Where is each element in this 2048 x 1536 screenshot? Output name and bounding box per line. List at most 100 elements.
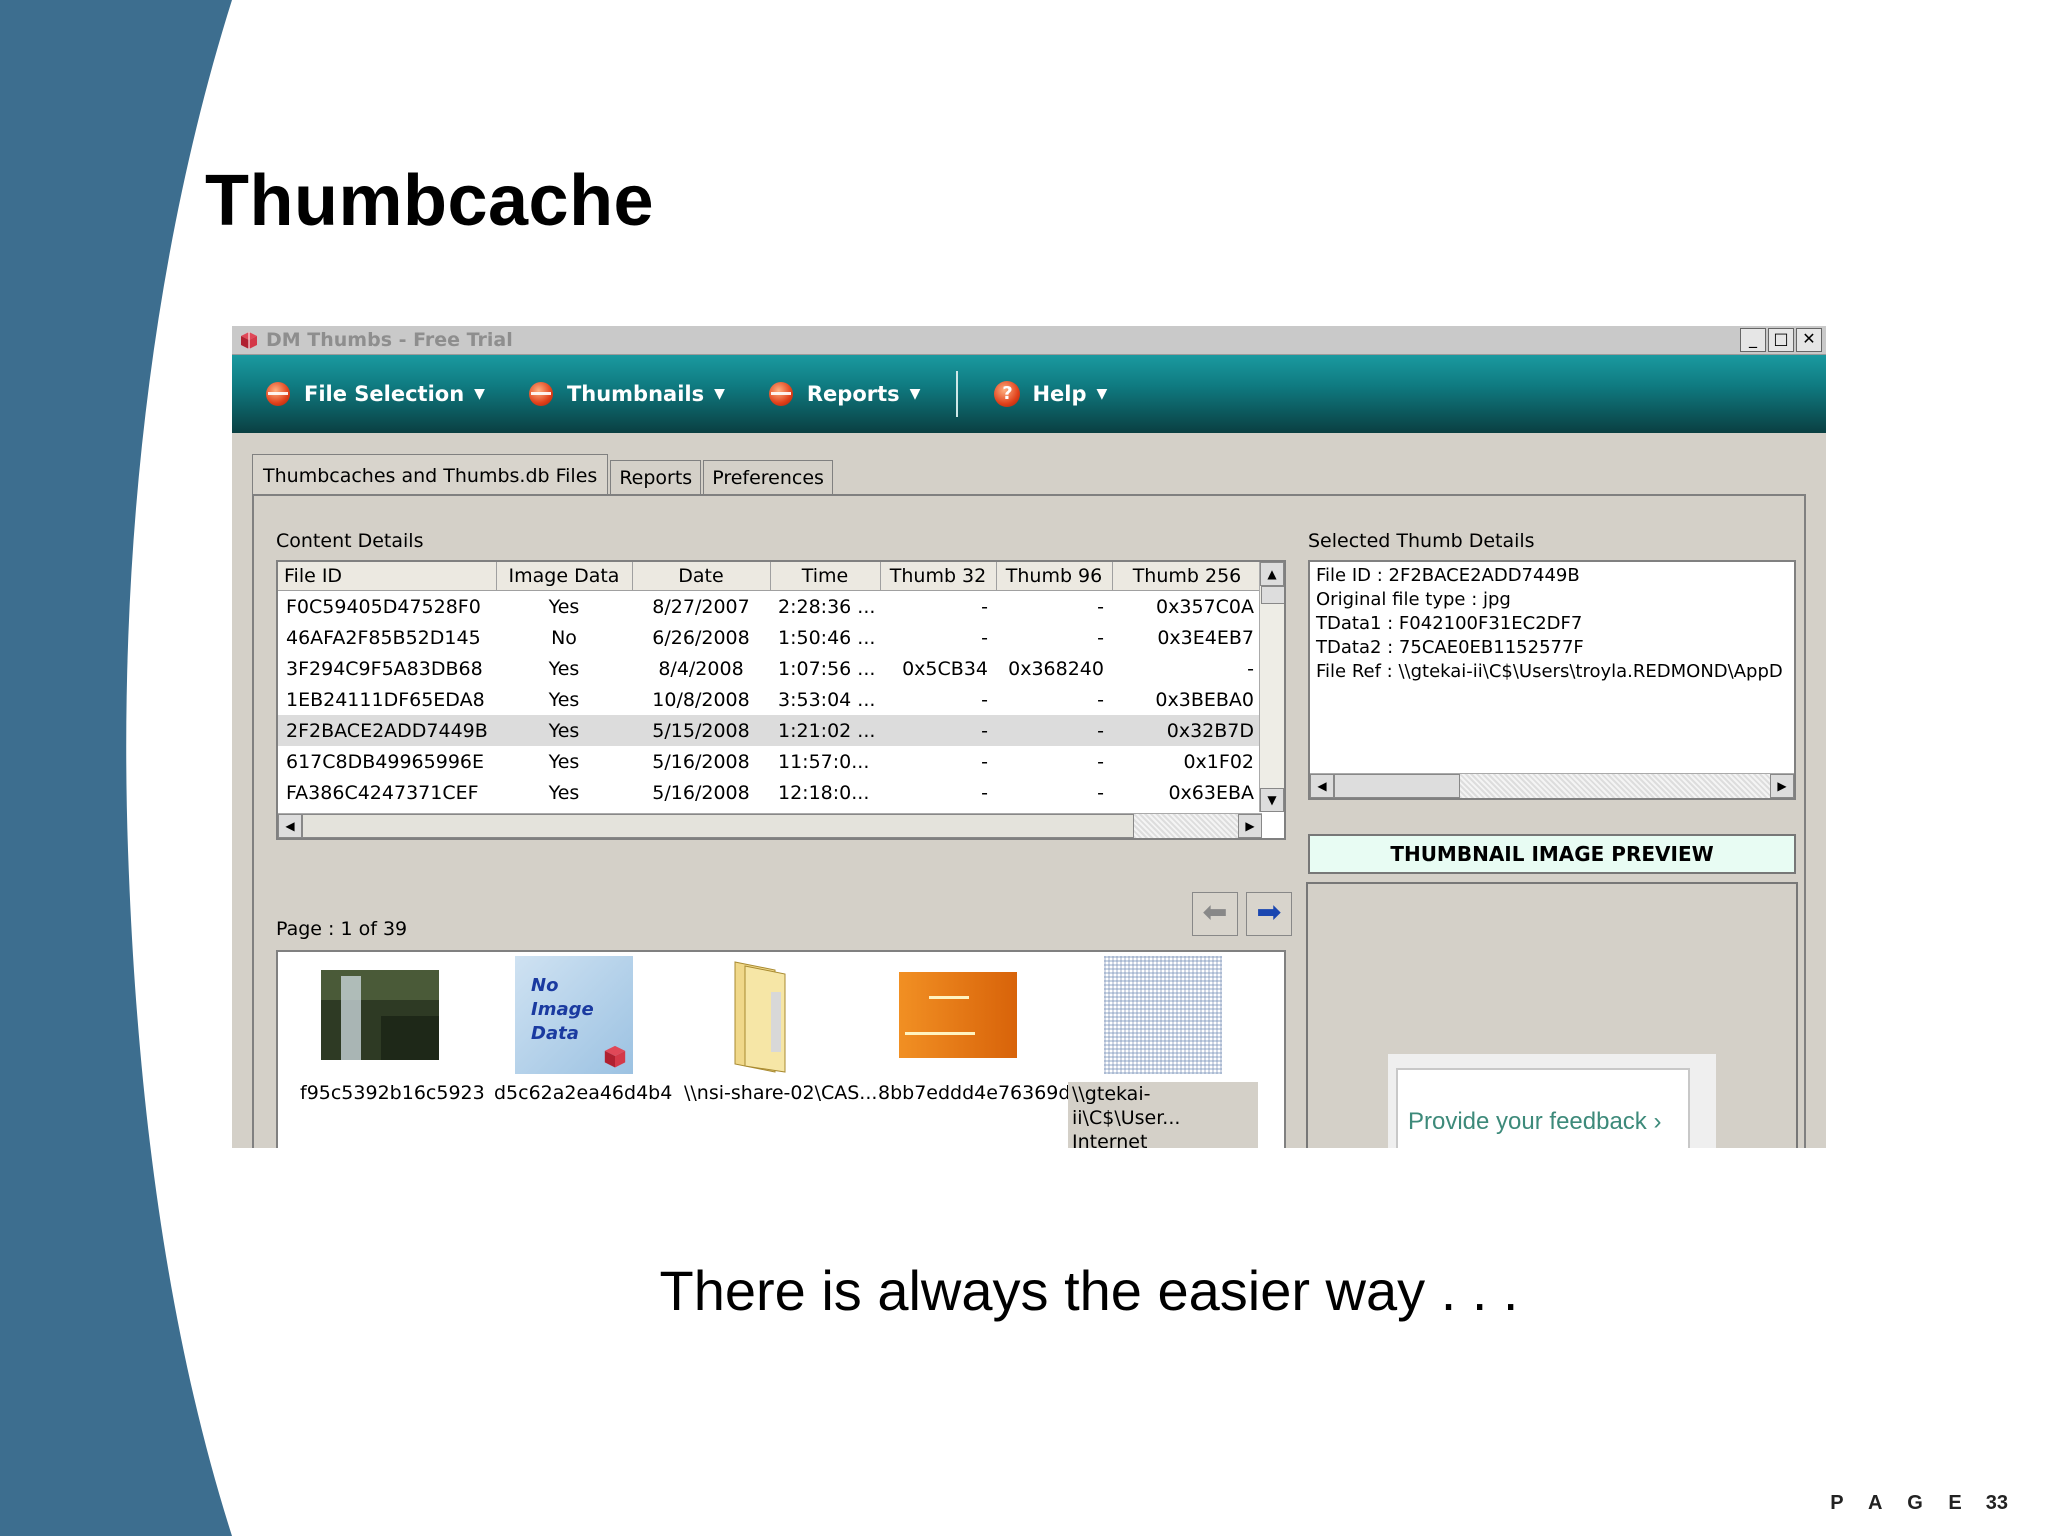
menu-reports[interactable]: Reports ▼ <box>768 382 921 406</box>
table-cell: 2:28:36 ... <box>778 595 876 618</box>
table-cell: - <box>981 750 988 773</box>
scroll-left-arrow-icon[interactable]: ◀ <box>278 814 302 838</box>
thumbnail-strip: f95c5392b16c5923 No Image Data d5c62a2ea… <box>276 950 1286 1148</box>
detail-line: TData2 : 75CAE0EB1152577F <box>1316 637 1584 658</box>
table-cell: - <box>981 781 988 804</box>
blue-pattern-thumbnail <box>1104 956 1222 1074</box>
app-window: DM Thumbs - Free Trial _ □ ✕ File Select… <box>232 326 1826 1148</box>
provide-feedback-button[interactable]: Provide your feedback › <box>1396 1068 1690 1148</box>
table-header-row: File ID Image Data Date Time Thumb 32 Th… <box>278 562 1263 591</box>
table-cell: 10/8/2008 <box>652 688 750 711</box>
content-details-label: Content Details <box>276 530 424 552</box>
scroll-track[interactable] <box>1134 814 1238 838</box>
table-cell: 46AFA2F85B52D145 <box>286 626 481 649</box>
column-header-thumb-256[interactable]: Thumb 256 <box>1112 562 1263 591</box>
table-cell: 5/16/2008 <box>652 781 750 804</box>
table-cell: - <box>1097 595 1104 618</box>
thumbnail-item[interactable]: 8bb7eddd4e76369d <box>878 956 1071 1104</box>
column-header-file-id[interactable]: File ID <box>278 562 497 591</box>
tab-reports[interactable]: Reports <box>610 460 702 495</box>
chevron-down-icon: ▼ <box>1096 386 1108 402</box>
close-button[interactable]: ✕ <box>1796 328 1822 352</box>
menu-label: Help <box>1032 382 1087 406</box>
table-cell: Yes <box>548 750 580 773</box>
menu-label: Reports <box>806 382 900 406</box>
maximize-button[interactable]: □ <box>1768 328 1794 352</box>
app-cube-icon <box>604 1045 626 1068</box>
table-cell: 0x3BEBA0 <box>1155 688 1254 711</box>
table-cell: 3:53:04 ... <box>778 688 876 711</box>
thumbnail-caption: \\nsi-share-02\CAS... <box>684 1082 878 1104</box>
column-header-date[interactable]: Date <box>632 562 771 591</box>
menu-separator <box>956 371 959 417</box>
thumbnail-caption: 8bb7eddd4e76369d <box>878 1082 1071 1104</box>
column-header-image-data[interactable]: Image Data <box>496 562 633 591</box>
orange-ball-icon <box>768 382 793 406</box>
menu-help[interactable]: ? Help ▼ <box>994 381 1107 407</box>
menu-thumbnails[interactable]: Thumbnails ▼ <box>528 382 725 406</box>
thumbnail-item[interactable]: \\nsi-share-02\CAS... <box>684 956 878 1104</box>
table-cell: 1EB24111DF65EDA8 <box>286 688 485 711</box>
thumbnail-item[interactable]: No Image Data d5c62a2ea46d4b4 <box>494 956 672 1104</box>
scroll-thumb[interactable] <box>1261 586 1284 604</box>
column-header-thumb-32[interactable]: Thumb 32 <box>880 562 997 591</box>
tab-thumbcaches[interactable]: Thumbcaches and Thumbs.db Files <box>252 454 609 495</box>
scroll-right-arrow-icon[interactable]: ▶ <box>1238 814 1262 838</box>
menu-label: File Selection <box>304 382 465 406</box>
slide-caption: There is always the easier way . . . <box>659 1259 1519 1322</box>
grid-vertical-scrollbar[interactable]: ▲ ▼ <box>1259 562 1284 812</box>
table-cell: No <box>551 626 577 649</box>
page-indicator: Page : 1 of 39 <box>276 918 408 940</box>
details-horizontal-scrollbar[interactable]: ◀ ▶ <box>1310 773 1794 798</box>
scroll-track[interactable] <box>1460 774 1770 798</box>
scroll-up-arrow-icon[interactable]: ▲ <box>1260 562 1284 586</box>
scroll-down-arrow-icon[interactable]: ▼ <box>1260 788 1284 812</box>
detail-line: TData1 : F042100F31EC2DF7 <box>1316 613 1583 634</box>
table-cell: 12:18:0... <box>778 781 870 804</box>
table-row[interactable]: F0C59405D47528F0 Yes 8/27/2007 2:28:36 ... -… <box>278 591 1262 623</box>
table-row[interactable]: 1EB24111DF65EDA8 Yes 10/8/2008 3:53:04 ... -… <box>278 684 1262 715</box>
detail-line: File ID : 2F2BACE2ADD7449B <box>1316 565 1580 586</box>
page-footer: P A G E 33 <box>1830 1492 2008 1515</box>
table-cell: - <box>981 595 988 618</box>
table-cell: 11:57:0... <box>778 750 870 773</box>
scroll-right-arrow-icon[interactable]: ▶ <box>1770 774 1794 798</box>
menu-file-selection[interactable]: File Selection ▼ <box>266 382 485 406</box>
table-row[interactable]: 617C8DB49965996E Yes 5/16/2008 11:57:0... - -… <box>278 746 1262 777</box>
window-titlebar[interactable]: DM Thumbs - Free Trial _ □ ✕ <box>232 326 1826 355</box>
no-image-data-thumbnail: No Image Data <box>515 956 633 1074</box>
next-page-arrow-icon[interactable]: ➡ <box>1246 892 1292 936</box>
thumbnail-item[interactable]: f95c5392b16c5923 <box>300 956 485 1104</box>
table-cell: 0x3E4EB7 <box>1157 626 1254 649</box>
column-header-thumb-96[interactable]: Thumb 96 <box>996 562 1113 591</box>
window-title: DM Thumbs - Free Trial <box>266 329 513 351</box>
table-cell: 8/27/2007 <box>652 595 750 618</box>
table-row[interactable]: FA386C4247371CEF Yes 5/16/2008 12:18:0... - -… <box>278 777 1262 808</box>
table-cell: Yes <box>548 595 580 618</box>
app-cube-icon <box>241 332 257 349</box>
table-cell: 0x368240 <box>1008 657 1104 680</box>
slide-title: Thumbcache <box>205 161 655 241</box>
table-cell: Yes <box>496 715 632 746</box>
table-cell: 1:21:02 ... <box>770 715 880 746</box>
table-cell: - <box>1247 657 1254 680</box>
no-image-data-text: No Image Data <box>531 975 594 1044</box>
previous-page-arrow-icon[interactable]: ⬅ <box>1192 892 1238 936</box>
minimize-button[interactable]: _ <box>1740 328 1766 352</box>
column-header-time[interactable]: Time <box>770 562 881 591</box>
table-cell: 8/4/2008 <box>658 657 744 680</box>
chevron-down-icon: ▼ <box>909 386 921 402</box>
grid-horizontal-scrollbar[interactable]: ◀ ▶ <box>278 813 1262 838</box>
content-table: File ID Image Data Date Time Thumb 32 Th… <box>278 562 1263 838</box>
table-row[interactable]: 46AFA2F85B52D145 No 6/26/2008 1:50:46 ... - -… <box>278 622 1262 653</box>
table-cell: 3F294C9F5A83DB68 <box>286 657 483 680</box>
scroll-thumb[interactable] <box>302 814 1134 838</box>
thumbnail-item[interactable]: \\gtekai-ii\C$\User... Internet Files\Co… <box>1068 956 1258 1148</box>
detail-line: Original file type : jpg <box>1316 589 1511 610</box>
scroll-left-arrow-icon[interactable]: ◀ <box>1310 774 1334 798</box>
table-row[interactable]: 2F2BACE2ADD7449B Yes 5/15/2008 1:21:02 ... -… <box>278 715 1262 746</box>
tab-preferences[interactable]: Preferences <box>703 460 833 495</box>
table-row[interactable]: 3F294C9F5A83DB68 Yes 8/4/2008 1:07:56 ... 0x… <box>278 653 1262 684</box>
scroll-thumb[interactable] <box>1334 774 1460 798</box>
page-number: 33 <box>1985 1492 2008 1514</box>
